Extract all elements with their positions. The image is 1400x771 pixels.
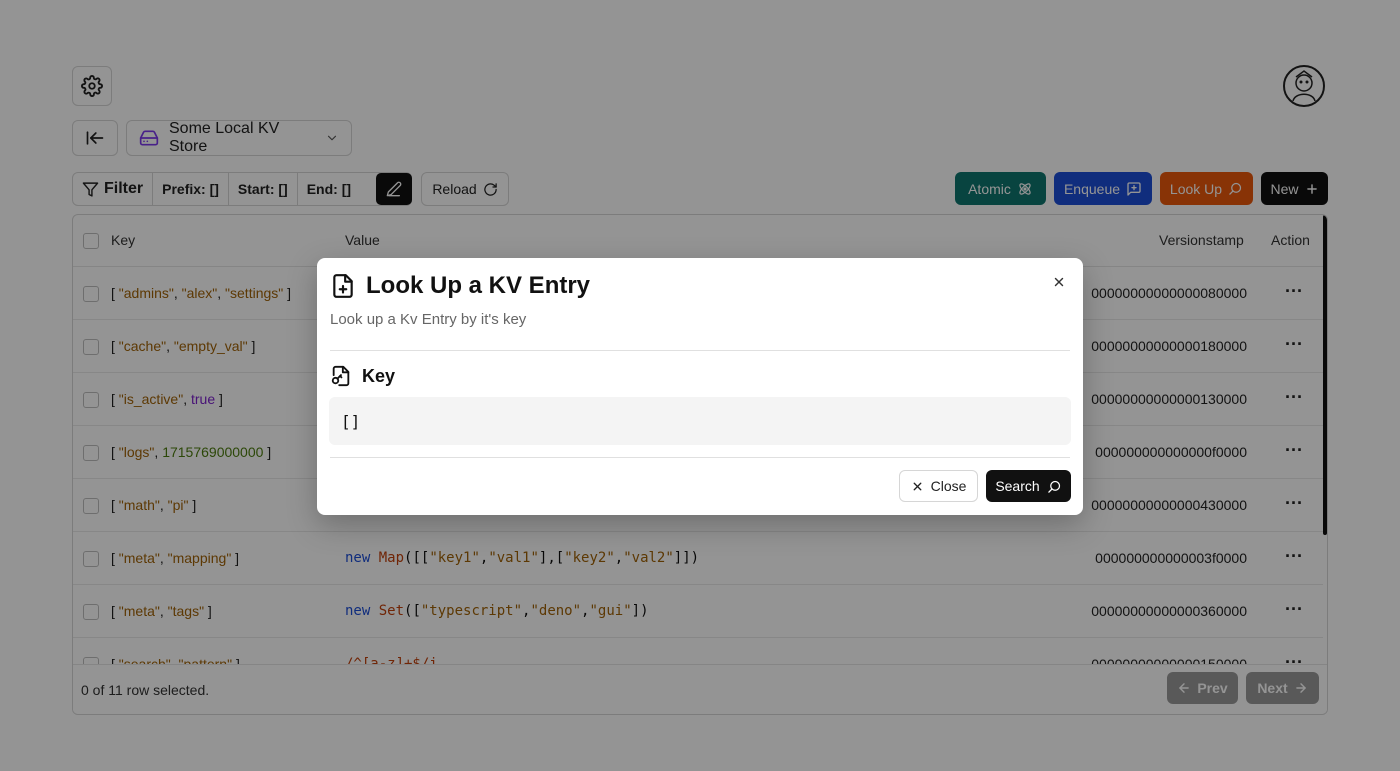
key-label: Key [362,365,396,386]
dialog-title: Look Up a KV Entry [366,272,591,299]
file-key-icon [331,365,350,387]
search-icon [1047,480,1060,493]
key-field-label-row: Key [330,365,395,387]
close-icon [913,482,922,490]
close-label: Close [930,478,967,494]
dialog-header: Look Up a KV Entry [330,272,590,300]
dialog-subtitle: Look up a Kv Entry by it's key [330,311,527,328]
search-button[interactable]: Search [986,470,1071,502]
dialog-footer-divider [330,457,1070,458]
key-input[interactable] [329,397,1071,445]
dialog-close-icon[interactable] [1050,273,1068,291]
dialog-divider [330,350,1070,351]
search-label: Search [995,478,1040,494]
file-plus-icon [333,274,353,298]
close-icon [1054,277,1064,287]
close-button[interactable]: Close [899,470,978,502]
lookup-dialog: Look Up a KV Entry Look up a Kv Entry by… [317,258,1083,515]
